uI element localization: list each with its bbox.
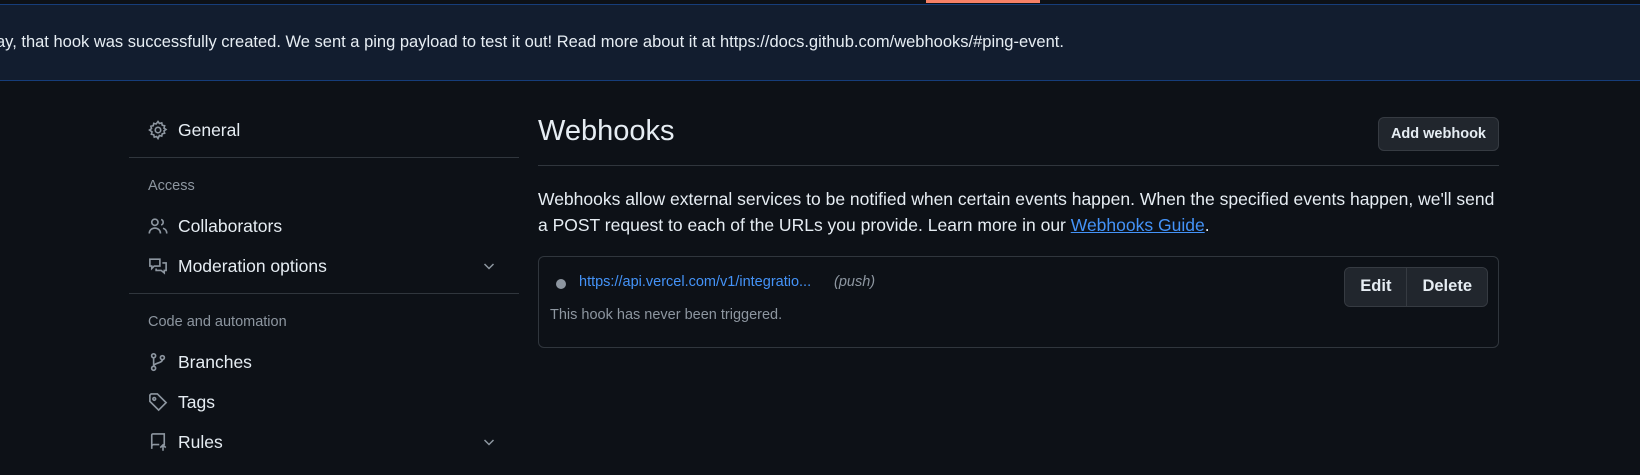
sidebar-divider [129,293,519,294]
webhook-events: (push) [834,273,876,290]
chevron-down-icon[interactable] [481,258,497,274]
sidebar-item-label: Moderation options [178,255,327,276]
delete-button[interactable]: Delete [1407,267,1487,306]
chevron-down-icon[interactable] [481,434,497,450]
sidebar-item-label: Rules [178,431,223,452]
sidebar-item-label: Branches [178,351,252,372]
edit-button[interactable]: Edit [1345,267,1407,306]
sidebar-item-label: General [178,119,241,140]
webhook-url-link[interactable]: https://api.vercel.com/v1/integratio... [579,274,811,290]
sidebar-item-tags[interactable]: Tags [129,382,519,422]
webhooks-description: Webhooks allow external services to be n… [538,186,1499,238]
add-webhook-button[interactable]: Add webhook [1377,117,1499,151]
tag-icon [148,392,168,412]
flash-message: ay, that hook was successfully created. … [0,33,1064,51]
active-tab-underline [926,0,1040,3]
sidebar-divider [129,157,519,158]
page-header: Webhooks Add webhook [538,112,1499,166]
sidebar-item-branches[interactable]: Branches [129,342,519,382]
sidebar-item-general[interactable]: General [129,110,519,150]
webhook-status-text: This hook has never been triggered. [550,306,783,323]
page-title: Webhooks [538,115,675,147]
comment-discussion-icon [148,256,168,276]
flash-banner: ay, that hook was successfully created. … [0,4,1640,81]
settings-sidebar: General Access Collaborators Moderation … [129,110,519,462]
sidebar-item-label: Tags [178,391,215,412]
sidebar-item-rules[interactable]: Rules [129,422,519,462]
description-text: Webhooks allow external services to be n… [538,189,1495,235]
git-branch-icon [148,352,168,372]
webhooks-main: Webhooks Add webhook Webhooks allow exte… [538,112,1499,348]
description-end: . [1204,215,1210,235]
webhook-list-item: https://api.vercel.com/v1/integratio... … [538,255,1499,348]
sidebar-item-collaborators[interactable]: Collaborators [129,206,519,246]
repo-push-icon [148,432,168,452]
sidebar-heading-access: Access [148,178,195,194]
status-dot-icon [556,278,566,289]
people-icon [148,216,168,236]
webhook-actions: Edit Delete [1344,266,1488,307]
webhooks-guide-link[interactable]: Webhooks Guide [1071,215,1205,235]
sidebar-item-label: Collaborators [178,215,283,236]
gear-icon [148,120,168,140]
sidebar-heading-code-automation: Code and automation [148,314,287,330]
sidebar-item-moderation[interactable]: Moderation options [129,246,519,286]
